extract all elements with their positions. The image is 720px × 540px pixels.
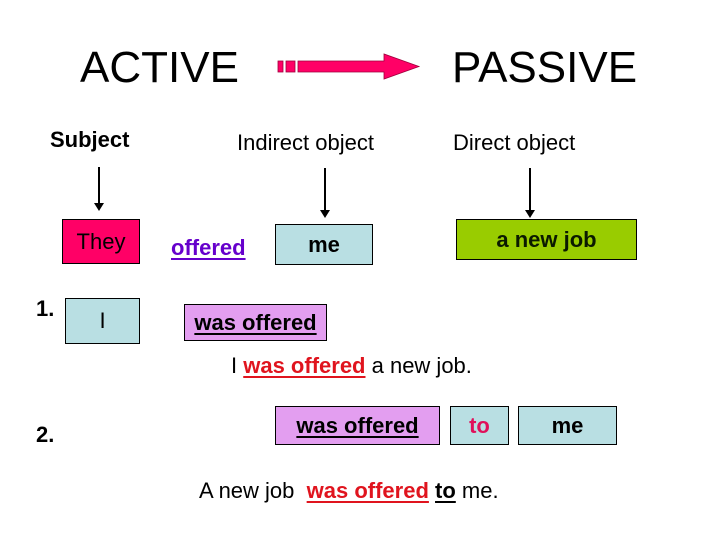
subject-box-they: They [62, 219, 140, 264]
passive-subject-text: I [99, 308, 106, 333]
direct-object-text: a new job [496, 226, 597, 252]
down-arrow-icon [94, 167, 104, 211]
preposition-text: to [469, 412, 490, 438]
passive-verb-text-1: was offered [194, 309, 317, 335]
sentence-2-preposition: to [435, 478, 456, 503]
example-1-sentence: I was offered a new job. [231, 355, 472, 377]
sentence-2-pre: A new job [199, 478, 307, 503]
subject-text: They [76, 228, 126, 254]
subject-header: Subject [50, 127, 130, 152]
object-box: me [518, 406, 617, 445]
sentence-1-verb: was offered [243, 353, 366, 378]
passive-verb-box-2: was offered [275, 406, 440, 445]
sentence-1-post: a new job. [365, 353, 472, 378]
down-arrow-icon [525, 168, 535, 218]
example-1-number: 1. [36, 296, 55, 321]
sentence-2-post: me. [455, 478, 499, 503]
preposition-box: to [450, 406, 509, 445]
direct-object-header: Direct object [453, 130, 576, 155]
passive-verb-text-2: was offered [296, 412, 419, 438]
passive-title: PASSIVE [452, 43, 638, 92]
direct-object-box: a new job [456, 219, 637, 260]
indirect-object-box: me [275, 224, 373, 265]
active-title: ACTIVE [80, 43, 239, 92]
right-arrow-icon [277, 53, 421, 80]
indirect-object-header: Indirect object [237, 130, 374, 155]
object-text: me [551, 412, 584, 438]
active-verb: offered [171, 235, 246, 260]
passive-subject-box: I [65, 298, 140, 344]
sentence-2-verb: was offered [306, 478, 429, 503]
example-2-sentence: A new job was offered to me. [199, 480, 499, 502]
indirect-object-text: me [308, 231, 340, 257]
sentence-1-pre: I [231, 353, 244, 378]
passive-verb-box-1: was offered [184, 304, 327, 341]
example-2-number: 2. [36, 422, 55, 447]
down-arrow-icon [320, 168, 330, 218]
